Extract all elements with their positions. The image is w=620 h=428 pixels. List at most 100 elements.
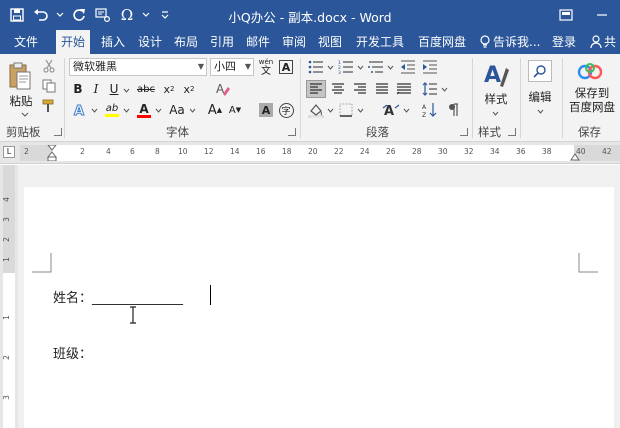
styles-dropdown-icon[interactable] xyxy=(490,109,500,117)
minimize-icon[interactable] xyxy=(584,0,620,30)
baidu-cloud-icon[interactable] xyxy=(576,60,604,84)
tab-mailings[interactable]: 邮件 xyxy=(242,30,274,54)
shrink-font-label: A xyxy=(228,104,236,116)
styles-launcher-icon[interactable] xyxy=(508,128,516,136)
highlight-button[interactable]: ab xyxy=(102,101,122,119)
document-page[interactable]: 姓名：______________ 班级： xyxy=(24,187,614,428)
shrink-font-button[interactable]: A ▼ xyxy=(226,101,244,119)
superscript-button[interactable]: x2 xyxy=(180,80,198,98)
text-effects-icon[interactable]: A xyxy=(70,101,90,119)
bullets-dropdown-icon[interactable] xyxy=(326,63,334,71)
save-to-baidu-button[interactable]: 保存到 百度网盘 xyxy=(564,86,620,114)
align-right-icon[interactable] xyxy=(350,80,370,98)
paste-icon[interactable] xyxy=(6,58,34,94)
change-case-button[interactable]: Aa xyxy=(166,101,188,119)
line-spacing-dropdown-icon[interactable] xyxy=(440,85,448,93)
vertical-ruler[interactable]: 4 3 2 1 1 2 3 xyxy=(0,165,18,428)
save-to-baidu-line2: 百度网盘 xyxy=(569,100,615,114)
tab-developer[interactable]: 开发工具 xyxy=(352,30,408,54)
font-color-button[interactable]: A xyxy=(134,101,154,119)
tab-file[interactable]: 文件 xyxy=(6,30,46,54)
tell-me-box[interactable]: 告诉我... xyxy=(480,30,540,54)
tab-insert[interactable]: 插入 xyxy=(96,30,130,54)
underline-dropdown-icon[interactable] xyxy=(122,86,130,94)
tab-review[interactable]: 审阅 xyxy=(278,30,310,54)
tab-selector[interactable]: L xyxy=(3,146,15,158)
bold-button[interactable]: B xyxy=(70,80,86,98)
save-group-label: 保存 xyxy=(578,125,601,139)
clipboard-launcher-icon[interactable] xyxy=(54,128,62,136)
document-area[interactable]: 姓名：______________ 班级： xyxy=(18,165,620,428)
font-name-combo[interactable]: 微软雅黑 ▼ xyxy=(69,58,207,76)
bullets-icon[interactable] xyxy=(306,58,326,76)
styles-icon[interactable]: A xyxy=(480,58,512,90)
window-controls xyxy=(548,0,620,30)
text-effects-dropdown-icon[interactable] xyxy=(90,106,98,114)
right-indent-marker-icon[interactable] xyxy=(570,153,580,161)
justify-icon[interactable] xyxy=(372,80,392,98)
format-painter-brush-icon[interactable] xyxy=(40,98,58,114)
chinese-layout-icon[interactable]: A xyxy=(380,101,402,119)
subscript-button[interactable]: x2 xyxy=(160,80,178,98)
tab-layout[interactable]: 布局 xyxy=(170,30,202,54)
document-line-name[interactable]: 姓名：______________ xyxy=(53,287,183,306)
login-link[interactable]: 登录 xyxy=(552,30,576,54)
decrease-indent-icon[interactable] xyxy=(398,58,418,76)
tab-design[interactable]: 设计 xyxy=(134,30,166,54)
document-line-class[interactable]: 班级： xyxy=(53,343,92,362)
multilevel-dropdown-icon[interactable] xyxy=(386,63,394,71)
ruler-tick: 2 xyxy=(24,147,29,156)
align-left-icon xyxy=(310,83,322,94)
crop-mark-right xyxy=(578,253,598,273)
italic-button[interactable]: I xyxy=(88,80,104,98)
tab-view[interactable]: 视图 xyxy=(314,30,346,54)
numbering-icon[interactable]: 123 xyxy=(336,58,356,76)
ribbon-display-icon[interactable] xyxy=(548,0,584,30)
cut-icon[interactable] xyxy=(40,58,58,74)
shading-dropdown-icon[interactable] xyxy=(326,106,334,114)
grow-font-button[interactable]: A ▲ xyxy=(206,101,224,119)
tab-home[interactable]: 开始 xyxy=(56,30,90,54)
font-name-dropdown-icon[interactable]: ▼ xyxy=(198,59,204,75)
font-launcher-icon[interactable] xyxy=(288,128,296,136)
font-color-dropdown-icon[interactable] xyxy=(154,106,162,114)
line-spacing-icon[interactable] xyxy=(420,80,440,98)
align-left-button[interactable] xyxy=(306,80,326,98)
copy-icon[interactable] xyxy=(40,78,58,94)
change-case-dropdown-icon[interactable] xyxy=(188,106,196,114)
shading-icon[interactable] xyxy=(306,101,326,119)
char-shading-button[interactable]: A xyxy=(257,101,275,119)
horizontal-ruler[interactable]: 2 2 4 6 8 10 12 14 16 18 20 22 24 26 28 … xyxy=(20,145,620,161)
editing-button[interactable]: 编辑 xyxy=(522,90,558,104)
underline-button[interactable]: U xyxy=(106,80,122,98)
multilevel-list-icon[interactable] xyxy=(366,58,386,76)
highlight-dropdown-icon[interactable] xyxy=(122,106,130,114)
increase-indent-icon[interactable] xyxy=(420,58,440,76)
paste-button[interactable]: 粘贴 xyxy=(6,94,36,108)
editing-dropdown-icon[interactable] xyxy=(535,107,545,115)
find-icon[interactable] xyxy=(528,60,552,82)
tab-references[interactable]: 引用 xyxy=(206,30,238,54)
chinese-layout-dropdown-icon[interactable] xyxy=(402,106,410,114)
show-marks-icon[interactable] xyxy=(444,101,464,119)
distributed-icon[interactable] xyxy=(394,80,414,98)
strikethrough-button[interactable]: abc xyxy=(134,80,158,98)
font-size-dropdown-icon[interactable]: ▼ xyxy=(245,59,251,75)
char-border-button[interactable]: A xyxy=(277,58,295,76)
borders-icon[interactable] xyxy=(336,101,356,119)
indent-marker-icon[interactable] xyxy=(47,145,57,161)
enclose-char-button[interactable]: 字 xyxy=(277,101,295,119)
paste-dropdown-icon[interactable] xyxy=(20,110,30,118)
lightbulb-icon xyxy=(480,35,490,48)
styles-button[interactable]: 样式 xyxy=(478,92,514,106)
tab-baidu-netdisk[interactable]: 百度网盘 xyxy=(414,30,470,54)
share-button[interactable]: 共 xyxy=(590,30,616,54)
align-center-icon[interactable] xyxy=(328,80,348,98)
numbering-dropdown-icon[interactable] xyxy=(356,63,364,71)
borders-dropdown-icon[interactable] xyxy=(356,106,364,114)
clear-formatting-icon[interactable]: A xyxy=(214,80,232,98)
paragraph-launcher-icon[interactable] xyxy=(460,128,468,136)
sort-icon[interactable]: AZ xyxy=(420,101,440,119)
font-size-combo[interactable]: 小四 ▼ xyxy=(210,58,254,76)
phonetic-guide-button[interactable]: wén 文 xyxy=(257,57,275,77)
